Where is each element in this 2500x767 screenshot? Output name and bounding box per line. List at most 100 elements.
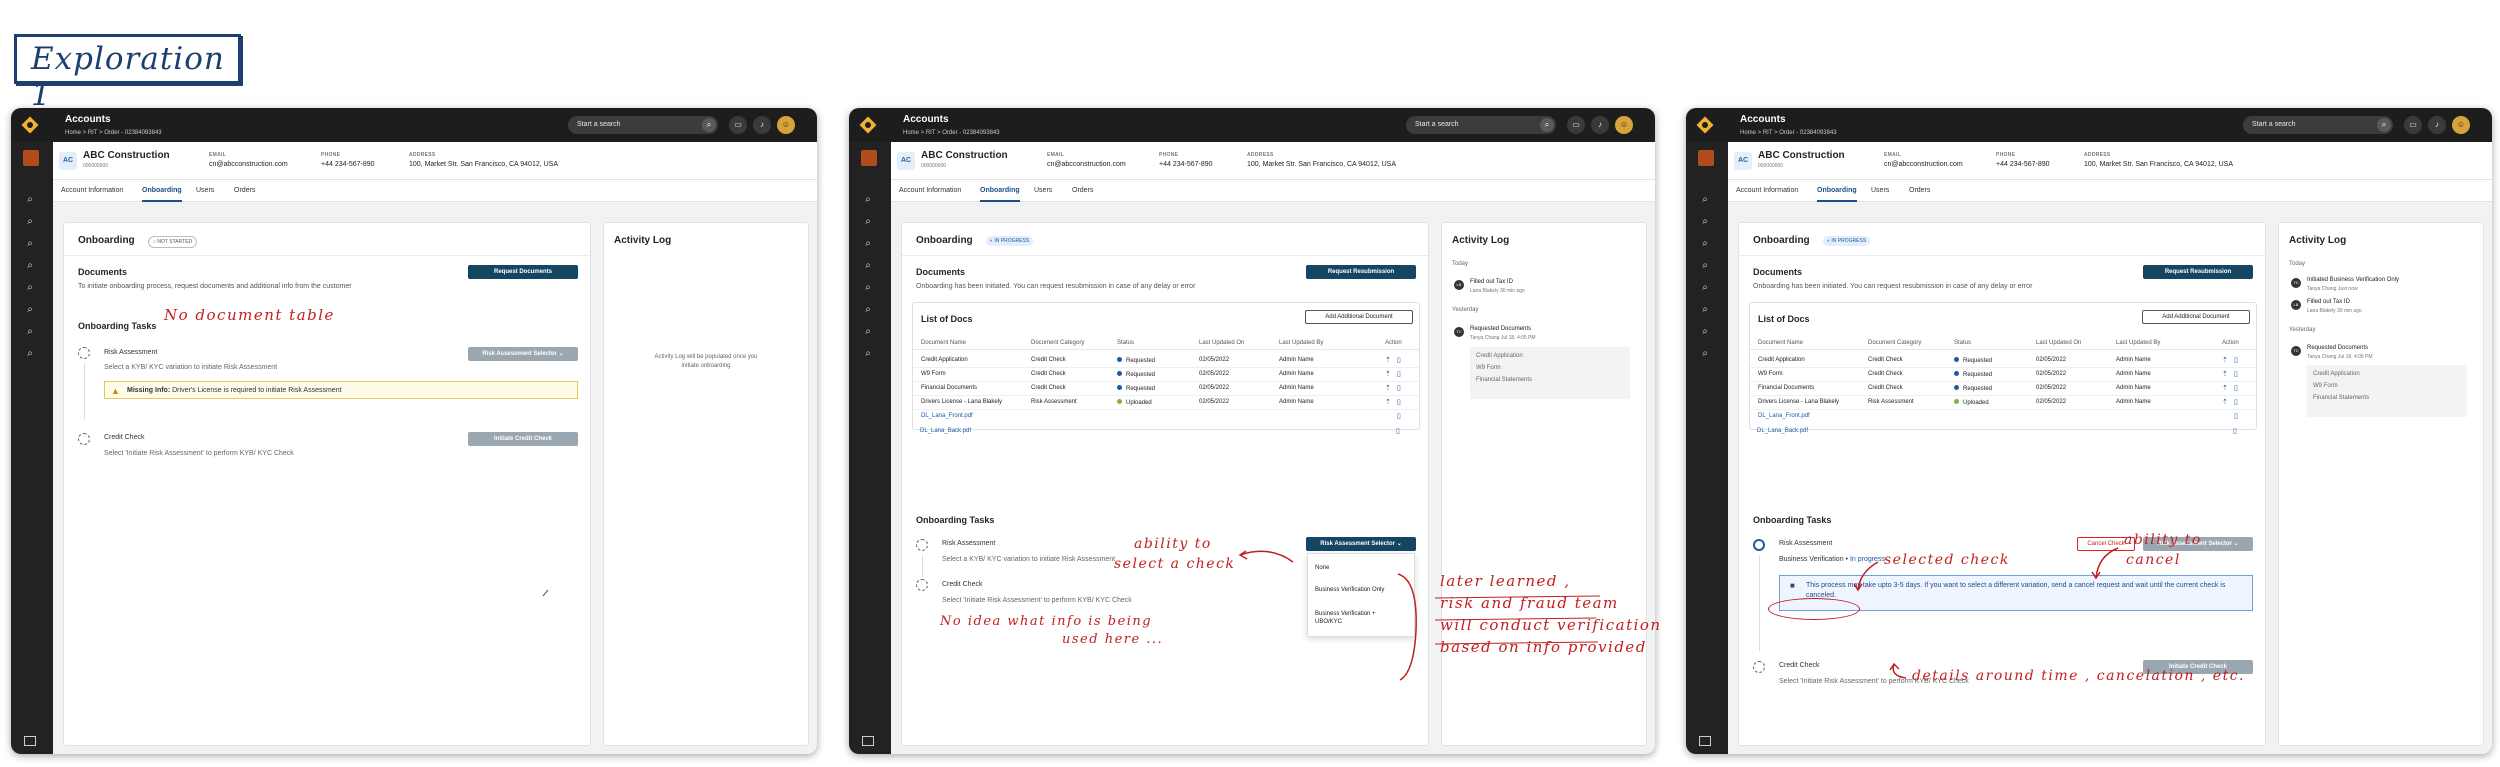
nav-search-icon[interactable]: ⌕ [862, 348, 874, 360]
cell-category: Credit Check [1031, 385, 1066, 391]
nav-search-icon[interactable]: ⌕ [1699, 216, 1711, 228]
delete-icon[interactable]: ▯ [2234, 412, 2238, 420]
tab-users[interactable]: Users [196, 187, 214, 194]
breadcrumb[interactable]: Home > RIT > Order - 02384093843 [65, 130, 162, 136]
search-icon[interactable]: ⌕ [1540, 118, 1554, 132]
tab-account-information[interactable]: Account Information [61, 187, 123, 194]
chat-icon[interactable]: ▭ [2404, 116, 2422, 134]
tab-users[interactable]: Users [1871, 187, 1889, 194]
delete-icon[interactable]: ▯ [2234, 370, 2238, 378]
tab-onboarding[interactable]: Onboarding [980, 187, 1020, 202]
request-resubmission-button[interactable]: Request Resubmission [2143, 265, 2253, 279]
nav-search-icon[interactable]: ⌕ [24, 238, 36, 250]
collapse-sidebar-icon[interactable] [862, 736, 874, 746]
collapse-sidebar-icon[interactable] [24, 736, 36, 746]
nav-search-icon[interactable]: ⌕ [24, 282, 36, 294]
nav-search-icon[interactable]: ⌕ [24, 326, 36, 338]
sidebar-avatar[interactable] [1698, 150, 1714, 166]
delete-icon[interactable]: ▯ [1397, 356, 1401, 364]
tab-orders[interactable]: Orders [1909, 187, 1930, 194]
nav-search-icon[interactable]: ⌕ [862, 282, 874, 294]
user-avatar-icon[interactable]: ☺ [777, 116, 795, 134]
nav-search-icon[interactable]: ⌕ [1699, 304, 1711, 316]
dropdown-option-none[interactable]: None [1315, 564, 1329, 572]
nav-search-icon[interactable]: ⌕ [1699, 282, 1711, 294]
delete-icon[interactable]: ▯ [1396, 427, 1400, 435]
delete-icon[interactable]: ▯ [1397, 412, 1401, 420]
dropdown-option-bv-ubo[interactable]: Business Verification + UBO/KYC [1315, 610, 1395, 626]
brand-logo-icon[interactable] [859, 116, 877, 134]
collapse-sidebar-icon[interactable] [1699, 736, 1711, 746]
upload-icon[interactable]: ⇡ [2222, 370, 2228, 378]
search-icon[interactable]: ⌕ [2377, 118, 2391, 132]
nav-search-icon[interactable]: ⌕ [862, 326, 874, 338]
user-avatar-icon[interactable]: ☺ [2452, 116, 2470, 134]
brand-logo-icon[interactable] [1696, 116, 1714, 134]
nav-search-icon[interactable]: ⌕ [24, 260, 36, 272]
file-link[interactable]: DL_Lana_Back.pdf [1757, 428, 1808, 434]
nav-search-icon[interactable]: ⌕ [1699, 194, 1711, 206]
upload-icon[interactable]: ⇡ [2222, 384, 2228, 392]
dropdown-option-bv-only[interactable]: Business Verification Only [1315, 586, 1384, 594]
file-link[interactable]: DL_Lana_Front.pdf [1758, 413, 1810, 419]
delete-icon[interactable]: ▯ [1397, 370, 1401, 378]
chat-icon[interactable]: ▭ [729, 116, 747, 134]
nav-search-icon[interactable]: ⌕ [1699, 260, 1711, 272]
tab-orders[interactable]: Orders [1072, 187, 1093, 194]
tab-account-information[interactable]: Account Information [1736, 187, 1798, 194]
risk-assessment-selector[interactable]: Risk Assessment Selector ⌄ [1306, 537, 1416, 551]
nav-search-icon[interactable]: ⌕ [24, 348, 36, 360]
upload-icon[interactable]: ⇡ [2222, 398, 2228, 406]
sidebar-avatar[interactable] [861, 150, 877, 166]
tab-account-information[interactable]: Account Information [899, 187, 961, 194]
add-document-button[interactable]: Add Additional Document [1305, 310, 1413, 324]
initiate-credit-check-button[interactable]: Initiate Credit Check [468, 432, 578, 446]
add-document-button[interactable]: Add Additional Document [2142, 310, 2250, 324]
breadcrumb[interactable]: Home > RIT > Order - 02384093843 [903, 130, 1000, 136]
nav-search-icon[interactable]: ⌕ [1699, 348, 1711, 360]
search-input[interactable]: Start a search ⌕ [2243, 116, 2393, 134]
delete-icon[interactable]: ▯ [2234, 398, 2238, 406]
nav-search-icon[interactable]: ⌕ [1699, 238, 1711, 250]
upload-icon[interactable]: ⇡ [2222, 356, 2228, 364]
delete-icon[interactable]: ▯ [2234, 384, 2238, 392]
bell-icon[interactable]: ♪ [753, 116, 771, 134]
upload-icon[interactable]: ⇡ [1385, 384, 1391, 392]
risk-assessment-selector[interactable]: Risk Assessment Selector ⌄ [468, 347, 578, 361]
bell-icon[interactable]: ♪ [2428, 116, 2446, 134]
search-input[interactable]: Start a search ⌕ [568, 116, 718, 134]
sidebar-avatar[interactable] [23, 150, 39, 166]
delete-icon[interactable]: ▯ [2233, 427, 2237, 435]
file-link[interactable]: DL_Lana_Front.pdf [921, 413, 973, 419]
upload-icon[interactable]: ⇡ [1385, 370, 1391, 378]
nav-search-icon[interactable]: ⌕ [24, 304, 36, 316]
nav-search-icon[interactable]: ⌕ [1699, 326, 1711, 338]
nav-search-icon[interactable]: ⌕ [862, 304, 874, 316]
nav-search-icon[interactable]: ⌕ [24, 194, 36, 206]
search-input[interactable]: Start a search ⌕ [1406, 116, 1556, 134]
nav-search-icon[interactable]: ⌕ [862, 260, 874, 272]
delete-icon[interactable]: ▯ [1397, 384, 1401, 392]
nav-search-icon[interactable]: ⌕ [862, 238, 874, 250]
chat-icon[interactable]: ▭ [1567, 116, 1585, 134]
user-avatar-icon[interactable]: ☺ [1615, 116, 1633, 134]
tab-onboarding[interactable]: Onboarding [1817, 187, 1857, 202]
request-documents-button[interactable]: Request Documents [468, 265, 578, 279]
nav-search-icon[interactable]: ⌕ [862, 216, 874, 228]
delete-icon[interactable]: ▯ [2234, 356, 2238, 364]
bell-icon[interactable]: ♪ [1591, 116, 1609, 134]
brand-logo-icon[interactable] [21, 116, 39, 134]
annotation-later-learned-2: risk and fraud team [1440, 594, 1619, 612]
delete-icon[interactable]: ▯ [1397, 398, 1401, 406]
breadcrumb[interactable]: Home > RIT > Order - 02384093843 [1740, 130, 1837, 136]
request-resubmission-button[interactable]: Request Resubmission [1306, 265, 1416, 279]
tab-orders[interactable]: Orders [234, 187, 255, 194]
nav-search-icon[interactable]: ⌕ [862, 194, 874, 206]
tab-users[interactable]: Users [1034, 187, 1052, 194]
upload-icon[interactable]: ⇡ [1385, 398, 1391, 406]
upload-icon[interactable]: ⇡ [1385, 356, 1391, 364]
nav-search-icon[interactable]: ⌕ [24, 216, 36, 228]
file-link[interactable]: DL_Lana_Back.pdf [920, 428, 971, 434]
tab-onboarding[interactable]: Onboarding [142, 187, 182, 202]
search-icon[interactable]: ⌕ [702, 118, 716, 132]
